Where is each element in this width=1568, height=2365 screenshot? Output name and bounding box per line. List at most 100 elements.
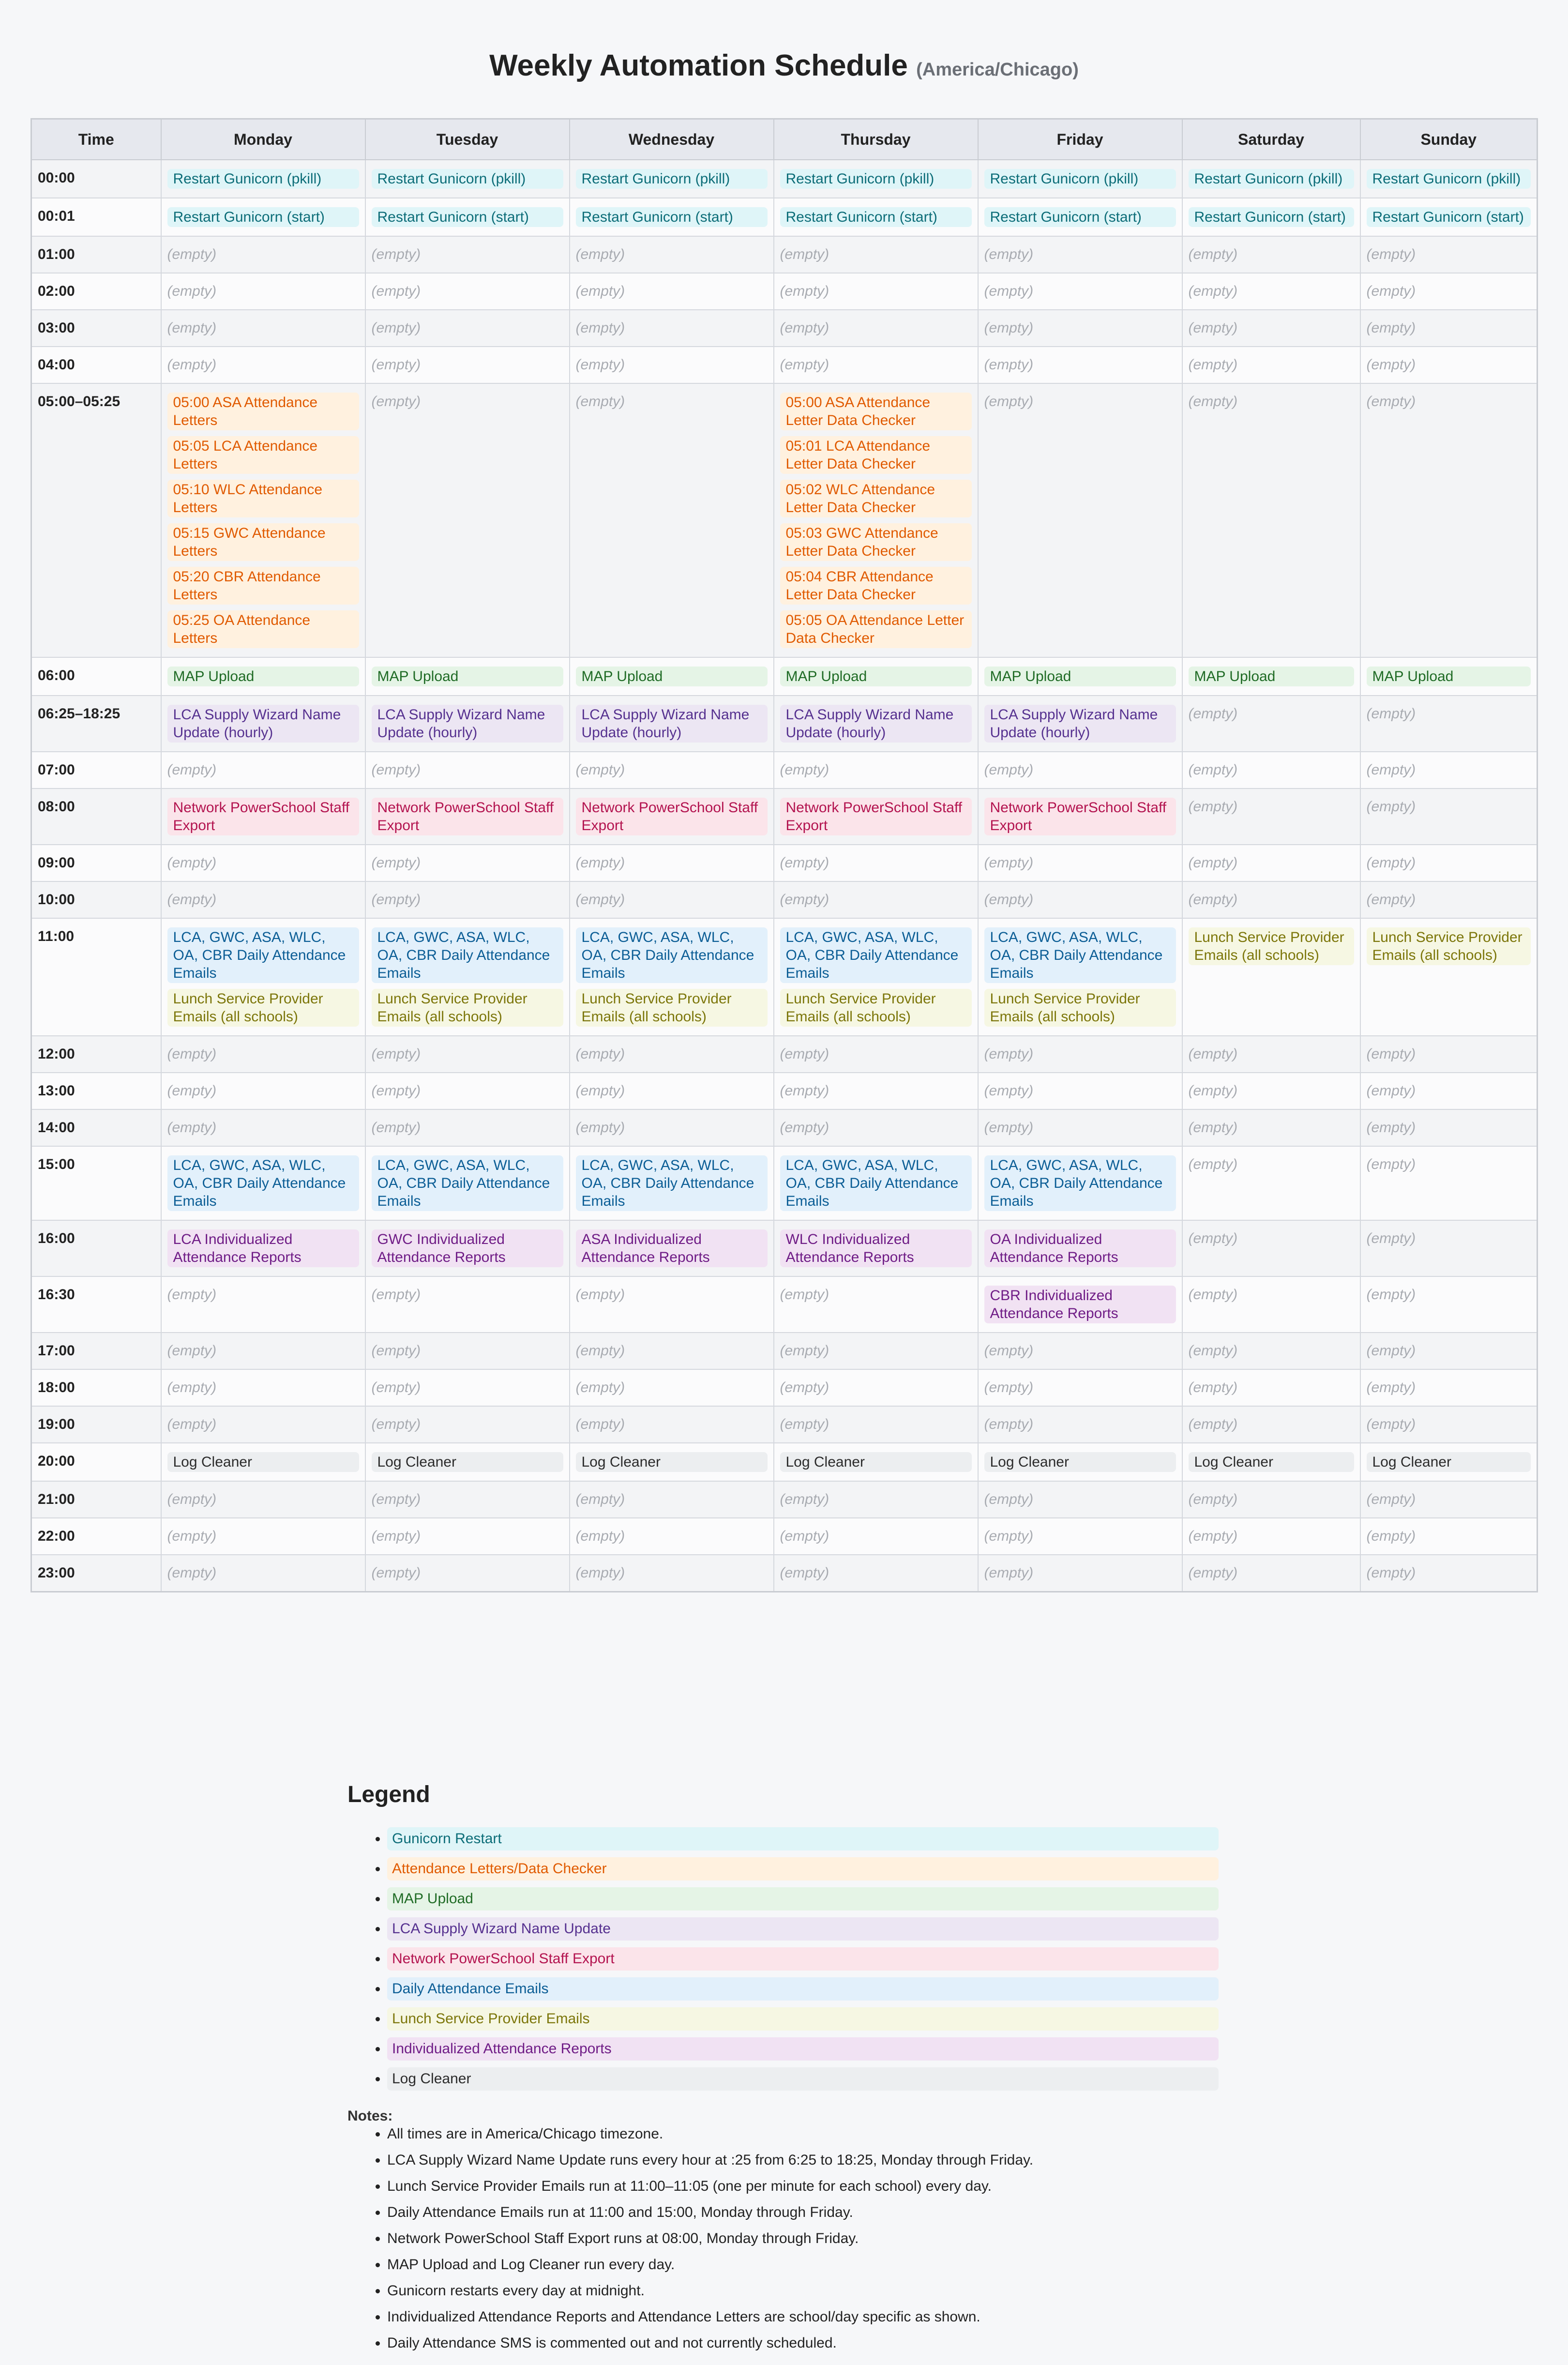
empty-label: (empty) xyxy=(984,1416,1034,1432)
empty-label: (empty) xyxy=(1188,1046,1238,1062)
empty-label: (empty) xyxy=(1188,1120,1238,1136)
empty-label: (empty) xyxy=(167,1287,217,1303)
schedule-cell: (empty) xyxy=(773,1072,979,1110)
empty-label: (empty) xyxy=(371,1046,421,1062)
schedule-cell: (empty) xyxy=(773,1035,979,1073)
time-cell: 01:00 xyxy=(30,236,162,273)
empty-label: (empty) xyxy=(371,1528,421,1544)
time-cell: 02:00 xyxy=(30,273,162,310)
time-cell: 05:00–05:25 xyxy=(30,383,162,658)
time-cell: 20:00 xyxy=(30,1442,162,1482)
event-lunch: Lunch Service Provider Emails (all schoo… xyxy=(780,989,972,1027)
event-indiv: GWC Individualized Attendance Reports xyxy=(371,1229,563,1267)
schedule-cell: (empty) xyxy=(1181,751,1361,789)
schedule-cell: (empty) xyxy=(364,1406,570,1443)
empty-label: (empty) xyxy=(371,357,421,373)
table-row: 23:00 (empty) (empty) (empty) (empty) (empty)… xyxy=(30,1554,1538,1592)
schedule-cell: (empty) xyxy=(773,236,979,273)
schedule-cell: (empty) xyxy=(773,1332,979,1370)
event-map: MAP Upload xyxy=(1188,667,1354,686)
event-indiv: WLC Individualized Attendance Reports xyxy=(780,1229,972,1267)
empty-label: (empty) xyxy=(780,1120,829,1136)
empty-label: (empty) xyxy=(1188,1491,1238,1507)
empty-label: (empty) xyxy=(780,1046,829,1062)
event-nps: Network PowerSchool Staff Export xyxy=(167,798,359,835)
schedule-cell: Restart Gunicorn (start) xyxy=(364,197,570,237)
legend-item: Individualized Attendance Reports xyxy=(387,2037,1219,2061)
schedule-cell: (empty) xyxy=(977,1406,1183,1443)
empty-label: (empty) xyxy=(1366,1083,1416,1099)
empty-label: (empty) xyxy=(1366,799,1416,815)
empty-label: (empty) xyxy=(984,1083,1034,1099)
schedule-cell: (empty) xyxy=(569,1276,774,1333)
empty-label: (empty) xyxy=(780,1528,829,1544)
schedule-cell: (empty) xyxy=(1359,1146,1538,1221)
legend-item: LCA Supply Wizard Name Update xyxy=(387,1917,1219,1941)
table-row: 00:01 Restart Gunicorn (start) Restart Gun… xyxy=(30,197,1538,237)
schedule-cell: Restart Gunicorn (start) xyxy=(160,197,366,237)
schedule-cell: LCA Supply Wizard Name Update (hourly) xyxy=(977,695,1183,752)
schedule-cell: (empty) xyxy=(773,309,979,347)
schedule-cell: (empty) xyxy=(1359,273,1538,310)
schedule-cell: LCA, GWC, ASA, WLC, OA, CBR Daily Attend… xyxy=(773,1146,979,1221)
schedule-cell: (empty) xyxy=(364,881,570,919)
empty-label: (empty) xyxy=(167,320,217,336)
table-row: 04:00 (empty) (empty) (empty) (empty) (empty)… xyxy=(30,346,1538,384)
schedule-cell: Lunch Service Provider Emails (all schoo… xyxy=(1359,918,1538,1036)
event-map: MAP Upload xyxy=(371,667,563,686)
table-row: 19:00 (empty) (empty) (empty) (empty) (empty)… xyxy=(30,1406,1538,1443)
empty-label: (empty) xyxy=(1366,855,1416,871)
empty-label: (empty) xyxy=(371,762,421,778)
empty-label: (empty) xyxy=(1366,283,1416,299)
schedule-cell: (empty) xyxy=(1181,844,1361,882)
legend-item: Lunch Service Provider Emails xyxy=(387,2007,1219,2031)
schedule-cell: (empty) xyxy=(1181,383,1361,658)
time-cell: 16:30 xyxy=(30,1276,162,1333)
schedule-cell: LCA, GWC, ASA, WLC, OA, CBR Daily Attend… xyxy=(364,1146,570,1221)
empty-label: (empty) xyxy=(780,246,829,262)
schedule-cell: (empty) xyxy=(1181,1332,1361,1370)
legend-item: MAP Upload xyxy=(387,1887,1219,1910)
schedule-cell: (empty) xyxy=(569,844,774,882)
schedule-cell: OA Individualized Attendance Reports xyxy=(977,1220,1183,1277)
legend-item: Daily Attendance Emails xyxy=(387,1977,1219,2001)
note-item: Gunicorn restarts every day at midnight. xyxy=(387,2281,1219,2301)
legend-swatch-daily: Daily Attendance Emails xyxy=(387,1977,1219,2001)
time-cell: 23:00 xyxy=(30,1554,162,1592)
schedule-cell: (empty) xyxy=(160,273,366,310)
event-daily: LCA, GWC, ASA, WLC, OA, CBR Daily Attend… xyxy=(984,927,1176,983)
empty-label: (empty) xyxy=(780,1343,829,1359)
event-gunicorn: Restart Gunicorn (pkill) xyxy=(1366,169,1531,189)
event-lca: LCA Supply Wizard Name Update (hourly) xyxy=(780,705,972,743)
time-cell: 13:00 xyxy=(30,1072,162,1110)
schedule-cell: (empty) xyxy=(569,1517,774,1555)
schedule-cell: (empty) xyxy=(569,273,774,310)
table-row: 14:00 (empty) (empty) (empty) (empty) (empty)… xyxy=(30,1109,1538,1147)
col-header-sunday: Sunday xyxy=(1359,118,1538,160)
legend-item: Network PowerSchool Staff Export xyxy=(387,1947,1219,1971)
empty-label: (empty) xyxy=(371,855,421,871)
empty-label: (empty) xyxy=(780,283,829,299)
schedule-cell: (empty) xyxy=(364,1517,570,1555)
event-map: MAP Upload xyxy=(167,667,359,686)
table-row: 13:00 (empty) (empty) (empty) (empty) (empty)… xyxy=(30,1072,1538,1110)
schedule-cell: (empty) xyxy=(160,1332,366,1370)
schedule-cell: LCA Supply Wizard Name Update (hourly) xyxy=(773,695,979,752)
empty-label: (empty) xyxy=(1188,1156,1238,1172)
table-row: 17:00 (empty) (empty) (empty) (empty) (empty)… xyxy=(30,1332,1538,1370)
empty-label: (empty) xyxy=(1366,394,1416,409)
schedule-cell: (empty) xyxy=(364,1332,570,1370)
schedule-cell: Log Cleaner xyxy=(569,1442,774,1482)
schedule-cell: (empty) xyxy=(1359,1109,1538,1147)
event-letters: 05:20 CBR Attendance Letters xyxy=(167,567,359,605)
col-header-time: Time xyxy=(30,118,162,160)
notes-title: Notes: xyxy=(347,2108,393,2124)
empty-label: (empty) xyxy=(575,762,625,778)
empty-label: (empty) xyxy=(1366,1230,1416,1246)
schedule-cell: LCA, GWC, ASA, WLC, OA, CBR Daily Attend… xyxy=(364,918,570,1036)
empty-label: (empty) xyxy=(984,283,1034,299)
empty-label: (empty) xyxy=(167,1046,217,1062)
schedule-cell: (empty) xyxy=(160,751,366,789)
empty-label: (empty) xyxy=(575,1491,625,1507)
schedule-cell: (empty) xyxy=(977,236,1183,273)
